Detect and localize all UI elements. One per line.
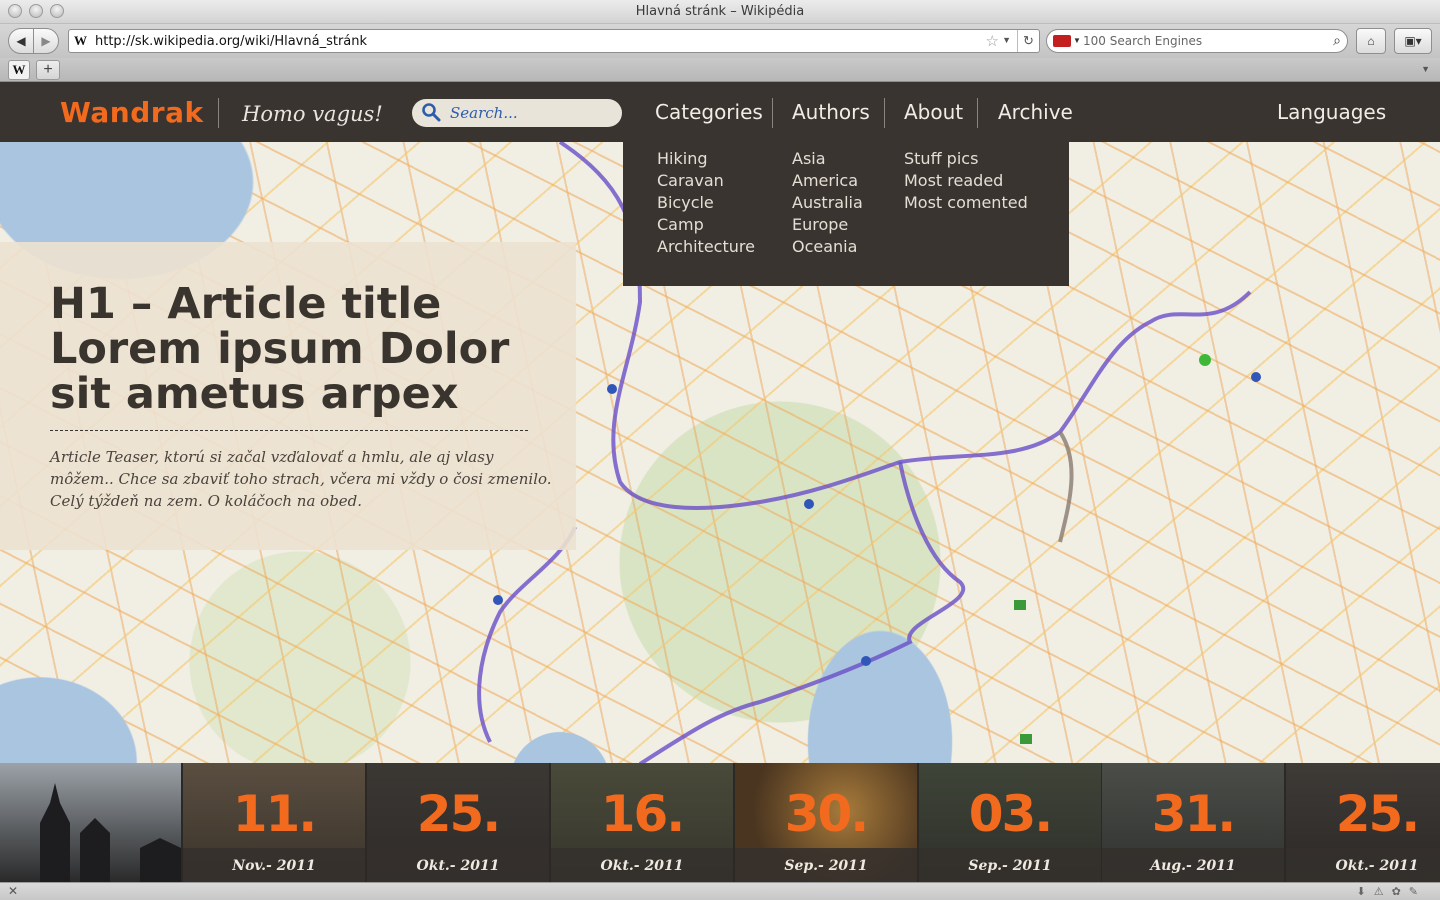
timeline-tile[interactable]: 03. Sep.- 2011 <box>919 763 1101 882</box>
menu-item-america[interactable]: America <box>792 170 863 192</box>
timeline-month: Nov.- 2011 <box>232 858 316 874</box>
site-search-input[interactable]: Search... <box>412 99 622 127</box>
menu-item-camp[interactable]: Camp <box>657 214 755 236</box>
forward-arrow-icon: ▶ <box>41 34 51 48</box>
timeline-tile[interactable]: 16. Okt.- 2011 <box>551 763 733 882</box>
menu-item-asia[interactable]: Asia <box>792 148 863 170</box>
nav-divider <box>884 98 885 128</box>
timeline-month: Okt.- 2011 <box>600 858 684 874</box>
timeline-day: 03. <box>968 785 1054 843</box>
browser-status-bar: ✕ ⬇⚠✿✎ <box>0 882 1440 900</box>
browser-search-field[interactable]: ▼ 100 Search Engines ⌕ <box>1046 29 1348 53</box>
article-teaser: Article Teaser, ktorú si začal vzďalovať… <box>50 446 552 512</box>
new-tab-button[interactable]: + <box>36 60 60 80</box>
menu-item-most-comented[interactable]: Most comented <box>904 192 1028 214</box>
article-title[interactable]: H1 – Article title Lorem ipsum Dolor sit… <box>50 282 550 417</box>
teaser-line: Article Teaser, ktorú si začal vzďalovať… <box>50 448 494 466</box>
teaser-line: Celý týždeň na zem. O koláčoch na obed. <box>50 492 363 510</box>
categories-column: Hiking Caravan Bicycle Camp Architecture <box>657 148 755 258</box>
reload-icon[interactable]: ↻ <box>1017 30 1039 52</box>
back-arrow-icon: ◀ <box>16 34 26 48</box>
timeline-tile[interactable]: 11. Nov.- 2011 <box>183 763 365 882</box>
menu-item-caravan[interactable]: Caravan <box>657 170 755 192</box>
languages-menu[interactable]: Languages <box>1277 100 1386 124</box>
bookmark-star-icon[interactable]: ☆ <box>986 32 999 50</box>
timeline-month: Okt.- 2011 <box>416 858 500 874</box>
site-logo[interactable]: Wandrak <box>60 96 204 129</box>
nav-divider <box>772 98 773 128</box>
address-bar[interactable]: W http://sk.wikipedia.org/wiki/Hlavná_st… <box>68 29 1040 53</box>
forward-button[interactable]: ▶ <box>33 28 59 54</box>
browser-toolbar: ◀ ▶ W http://sk.wikipedia.org/wiki/Hlavn… <box>0 24 1440 58</box>
menu-item-australia[interactable]: Australia <box>792 192 863 214</box>
timeline-month: Aug.- 2011 <box>1150 858 1236 874</box>
featured-article-card[interactable]: H1 – Article title Lorem ipsum Dolor sit… <box>0 242 576 550</box>
nav-categories[interactable]: Categories <box>655 100 763 124</box>
web-page: Wandrak Homo vagus! Search... Categories… <box>0 82 1440 882</box>
mega-menu-dropdown: Hiking Caravan Bicycle Camp Architecture… <box>623 142 1069 286</box>
close-status-icon[interactable]: ✕ <box>8 884 18 898</box>
menu-item-hiking[interactable]: Hiking <box>657 148 755 170</box>
timeline-month: Sep.- 2011 <box>784 858 868 874</box>
article-title-line: sit ametus arpex <box>50 369 459 419</box>
cathedral-photo[interactable] <box>0 763 181 882</box>
address-text[interactable]: http://sk.wikipedia.org/wiki/Hlavná_strá… <box>95 34 367 49</box>
post-timeline: 11. Nov.- 2011 25. Okt.- 2011 16. Okt.- … <box>0 763 1440 882</box>
nav-archive[interactable]: Archive <box>998 100 1073 124</box>
timeline-day: 16. <box>600 785 686 843</box>
bookmarks-icon: ▣▾ <box>1404 34 1422 48</box>
search-icon <box>422 103 441 122</box>
window-titlebar: Hlavná stránk – Wikipédia <box>0 0 1440 24</box>
timeline-tile[interactable]: 31. Aug.- 2011 <box>1102 763 1284 882</box>
menu-item-stuff-pics[interactable]: Stuff pics <box>904 148 1028 170</box>
teaser-line: môžem.. Chce sa zbaviť toho strach, včer… <box>50 470 552 488</box>
timeline-day: 25. <box>1335 785 1421 843</box>
search-icon[interactable]: ⌕ <box>1333 32 1341 49</box>
timeline-day: 31. <box>1151 785 1237 843</box>
timeline-day: 11. <box>232 785 318 843</box>
article-title-line: Lorem ipsum Dolor <box>50 324 510 374</box>
nav-authors[interactable]: Authors <box>792 100 870 124</box>
menu-item-most-readed[interactable]: Most readed <box>904 170 1028 192</box>
menu-item-europe[interactable]: Europe <box>792 214 863 236</box>
home-button[interactable]: ⌂ <box>1356 28 1386 54</box>
menu-item-architecture[interactable]: Architecture <box>657 236 755 258</box>
menu-item-bicycle[interactable]: Bicycle <box>657 192 755 214</box>
timeline-month: Okt.- 2011 <box>1335 858 1419 874</box>
bookmarks-menu-button[interactable]: ▣▾ <box>1394 28 1432 54</box>
menu-item-oceania[interactable]: Oceania <box>792 236 863 258</box>
plus-icon: + <box>43 61 53 78</box>
nav-about[interactable]: About <box>904 100 963 124</box>
title-divider <box>50 430 528 431</box>
chevron-down-icon[interactable]: ▼ <box>1073 36 1081 45</box>
cathedral-silhouette <box>40 783 181 882</box>
site-tagline: Homo vagus! <box>242 102 383 126</box>
home-icon: ⌂ <box>1367 34 1375 48</box>
site-header: Wandrak Homo vagus! Search... Categories… <box>0 82 1440 142</box>
tab-bar: W + ▼ <box>0 58 1440 82</box>
history-dropdown-icon[interactable]: ▼ <box>1002 35 1011 45</box>
site-search-placeholder: Search... <box>450 104 518 122</box>
search-engine-icon[interactable] <box>1053 35 1071 47</box>
timeline-tile[interactable]: 25. Okt.- 2011 <box>1286 763 1440 882</box>
browser-search-placeholder: 100 Search Engines <box>1083 34 1203 48</box>
timeline-tile[interactable]: 30. Sep.- 2011 <box>735 763 917 882</box>
addon-icons[interactable]: ⬇⚠✿✎ <box>1356 885 1426 898</box>
wikipedia-favicon-icon: W <box>74 33 87 48</box>
tab-list-chevron-icon[interactable]: ▼ <box>1421 64 1430 74</box>
window-title: Hlavná stránk – Wikipédia <box>635 4 805 19</box>
timeline-day: 25. <box>416 785 502 843</box>
timeline-tile[interactable]: 25. Okt.- 2011 <box>367 763 549 882</box>
timeline-month: Sep.- 2011 <box>968 858 1052 874</box>
authors-column: Asia America Australia Europe Oceania <box>792 148 863 258</box>
article-title-line: H1 – Article title <box>50 279 442 329</box>
timeline-day: 30. <box>784 785 870 843</box>
archive-column: Stuff pics Most readed Most comented <box>904 148 1028 214</box>
back-button[interactable]: ◀ <box>8 28 34 54</box>
nav-divider <box>977 98 978 128</box>
header-divider <box>218 98 219 128</box>
tab-wikipedia[interactable]: W <box>8 60 30 80</box>
